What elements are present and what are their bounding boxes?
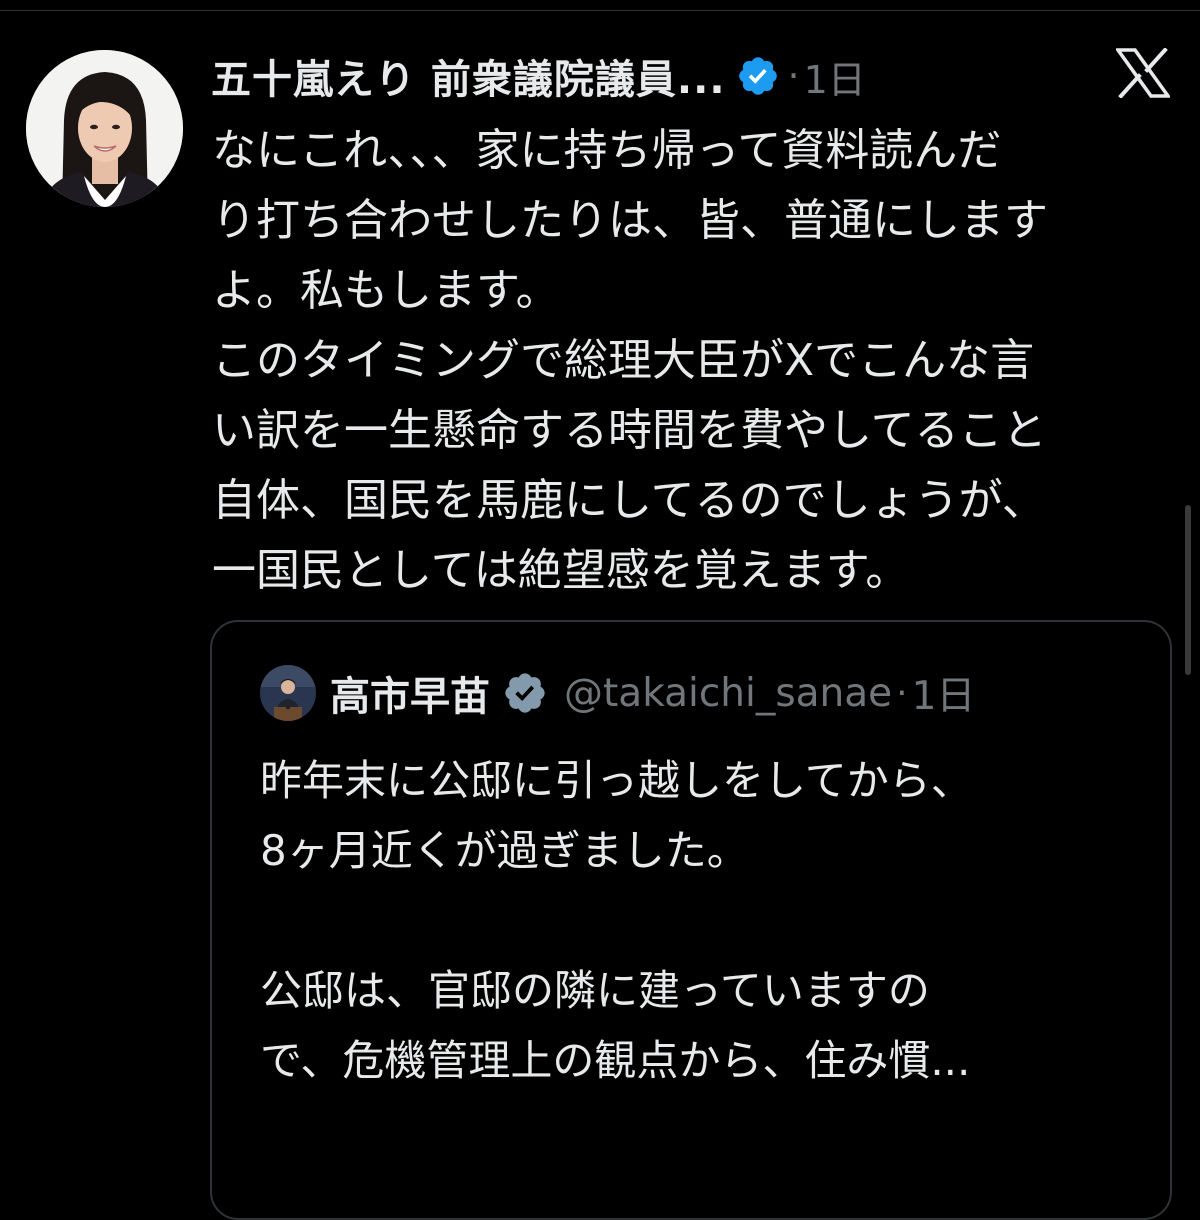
gray-verified-badge-icon (502, 670, 548, 716)
quoted-separator-dot: · (896, 672, 908, 714)
tweet-header: 五十嵐えり 前衆議院議員... · 1日 (211, 44, 1111, 108)
author-avatar[interactable] (26, 50, 183, 207)
quoted-tweet-card[interactable]: 高市早苗 @takaichi_sanae · 1日 昨年末に公邸に引っ越しをして… (210, 620, 1172, 1220)
scrollbar[interactable] (1185, 505, 1191, 675)
quoted-tweet-text: 昨年末に公邸に引っ越しをしてから、 8ヶ月近くが過ぎました。 公邸は、官邸の隣に… (260, 756, 973, 1085)
verified-badge-icon (736, 54, 780, 98)
author-display-name[interactable]: 五十嵐えり 前衆議院議員... (211, 47, 726, 105)
quoted-tweet-time[interactable]: 1日 (912, 665, 976, 721)
tweet-text: なにこれ、、、家に持ち帰って資料読んだ り打ち合わせしたりは、皆、普通にします … (212, 125, 1048, 596)
top-divider (0, 10, 1200, 11)
separator-dot: · (787, 54, 800, 98)
quoted-tweet-header: 高市早苗 @takaichi_sanae · 1日 (330, 662, 975, 724)
quoted-author-handle[interactable]: @takaichi_sanae (564, 671, 892, 716)
tweet-time[interactable]: 1日 (804, 49, 866, 104)
x-logo-icon[interactable] (1114, 47, 1172, 99)
quoted-author-display-name[interactable]: 高市早苗 (330, 664, 490, 722)
quoted-author-avatar-image (260, 665, 316, 721)
quoted-author-avatar[interactable] (260, 665, 316, 721)
author-avatar-image (26, 50, 183, 207)
